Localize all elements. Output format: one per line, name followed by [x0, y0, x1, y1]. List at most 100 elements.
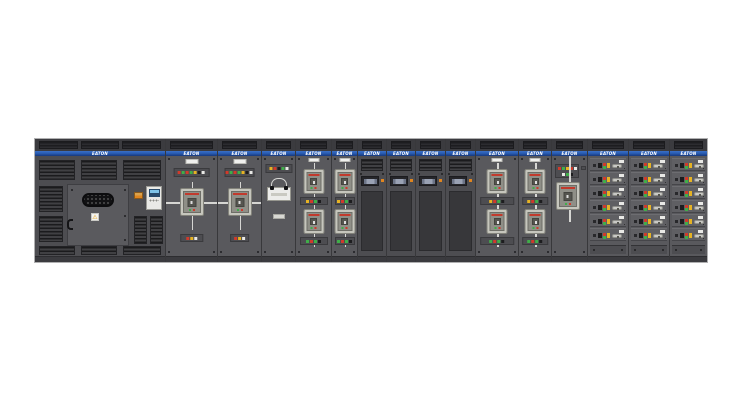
screw [213, 251, 215, 253]
stacked-breaker-section: EATON [295, 139, 331, 262]
cabinet-base [332, 256, 357, 262]
indicator-light-yellow [607, 219, 610, 224]
breaker-handle [612, 192, 622, 196]
screw [665, 224, 667, 226]
label-chip [581, 166, 586, 170]
screw [634, 249, 636, 251]
mcc-bucket-row [672, 158, 705, 171]
louver-panel [390, 159, 412, 171]
indicator-light-green [685, 194, 688, 197]
mcc-bucket-row [631, 172, 667, 185]
label-chip [202, 171, 205, 174]
label-chip [250, 171, 253, 174]
air-circuit-breaker [228, 188, 252, 216]
indicator-light-green [685, 222, 688, 225]
drive-section: EATON [445, 139, 475, 262]
cabinet-front [552, 156, 587, 256]
vent-band [35, 139, 165, 151]
vent-panel [336, 141, 353, 149]
indicator-light-yellow [689, 177, 692, 182]
status-chip [502, 200, 505, 203]
unit-label [634, 220, 637, 223]
vent-panel [633, 141, 665, 149]
warning-label: ⚠ [91, 213, 99, 221]
label-chip [698, 230, 703, 233]
status-chip [598, 233, 602, 238]
mcc-section: EATON [587, 139, 628, 262]
indicator-panel [335, 197, 355, 205]
drawout-truck [267, 187, 291, 201]
cabinet-base [218, 256, 261, 262]
label-chip [194, 237, 197, 240]
breaker-red-label [185, 193, 199, 195]
air-circuit-breaker [525, 209, 546, 234]
indicator-light-red [494, 200, 497, 203]
hmi-screen [393, 179, 406, 184]
cabinet-front [446, 156, 475, 256]
unit-label [634, 234, 637, 237]
hmi-screen [452, 179, 465, 184]
vent-panel [170, 141, 213, 149]
vent-panel [222, 141, 257, 149]
indicator-light-green [644, 236, 647, 239]
vent-band [552, 139, 587, 151]
indicator-light-green [685, 180, 688, 183]
indicator-light-green [603, 222, 606, 225]
cabinet-base [296, 256, 331, 262]
screw [554, 251, 556, 253]
mcc-bucket-row [590, 172, 626, 185]
vent-panel [480, 141, 514, 149]
indicator-panel [300, 197, 328, 205]
louver-panel [150, 216, 163, 244]
status-chip [680, 205, 684, 210]
screw [624, 224, 626, 226]
feeder-breaker-section: EATON [165, 139, 217, 262]
breaker-red-label [530, 214, 541, 216]
vent-band [387, 139, 415, 151]
screw [662, 249, 664, 251]
hmi-display [449, 176, 467, 186]
screw [624, 210, 626, 212]
unit-label [593, 178, 596, 181]
louver-panel [419, 159, 442, 171]
indicator-panel [300, 237, 328, 245]
cabinet-base [629, 256, 669, 262]
status-chip [680, 163, 684, 168]
status-chip [349, 240, 352, 243]
air-circuit-breaker [303, 209, 324, 234]
indicator-light-yellow [648, 233, 651, 238]
vent-panel [420, 141, 441, 149]
mcc-bucket-row [672, 200, 705, 213]
cabinet-front [332, 156, 357, 256]
air-circuit-breaker [303, 169, 324, 194]
indicator-light-green [536, 240, 539, 243]
indicator-light-yellow [306, 200, 309, 203]
cabinet-front [387, 156, 415, 256]
indicator-light-green [306, 240, 309, 243]
indicator-light-red [226, 171, 229, 174]
status-chip [598, 163, 602, 168]
breaker-status-lights [232, 206, 248, 211]
louver-panel [361, 159, 383, 171]
screw [593, 249, 595, 251]
indicator-light-green [490, 240, 493, 243]
screw [264, 251, 266, 253]
breaker-red-label [339, 214, 350, 216]
screw [448, 173, 450, 175]
indicator-light-red [234, 237, 237, 240]
transformer-section: EATON ⚠ [35, 139, 165, 262]
status-chip [639, 205, 643, 210]
indicator-light-yellow [190, 237, 193, 240]
indicator-light-green [603, 180, 606, 183]
label-chip [619, 174, 624, 177]
indicator-panel [480, 197, 514, 205]
unit-label [675, 178, 678, 181]
screw [703, 238, 705, 240]
label-chip [698, 216, 703, 219]
screw [703, 168, 705, 170]
indicator-light-yellow [269, 167, 272, 170]
indicator-light-green [644, 208, 647, 211]
hmi-button [381, 179, 384, 182]
breaker-status-lights [307, 224, 320, 229]
indicator-light-green [685, 166, 688, 169]
